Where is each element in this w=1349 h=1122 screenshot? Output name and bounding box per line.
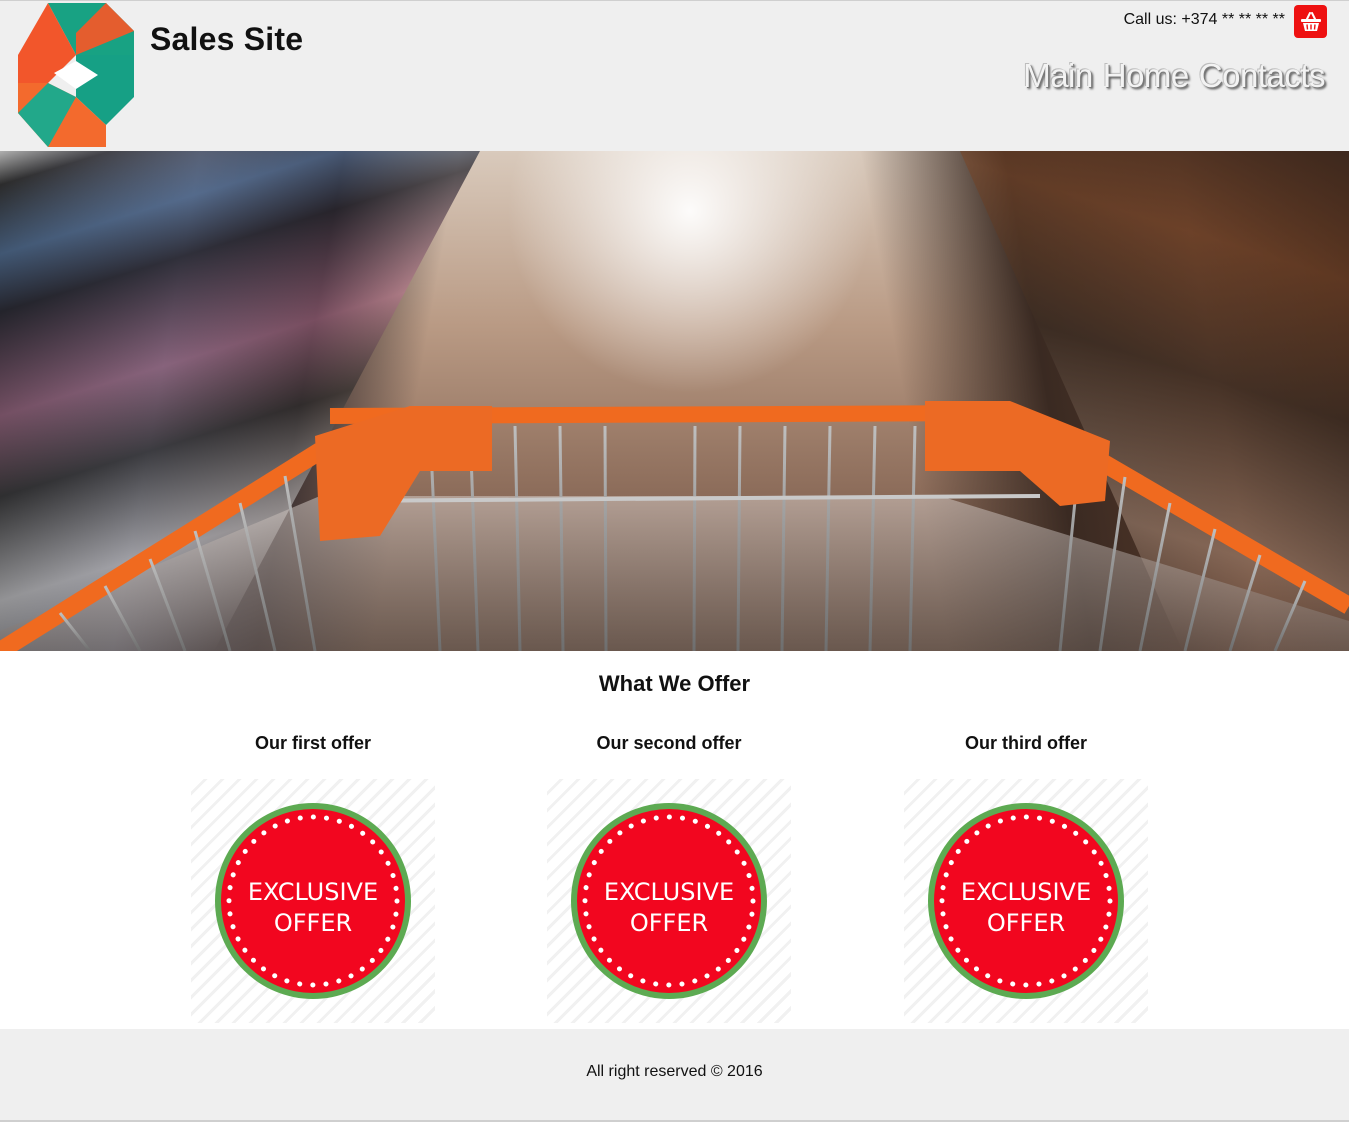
phone-number: Call us: +374 ** ** ** **	[1123, 11, 1285, 28]
cart-button[interactable]	[1294, 5, 1327, 38]
nav-link-contacts[interactable]: Contacts	[1199, 57, 1326, 95]
offer-title: Our second offer	[596, 733, 742, 753]
site-footer: All right reserved © 2016	[0, 1029, 1349, 1122]
exclusive-offer-badge-icon: EXCLUSIVE OFFER	[571, 803, 767, 999]
exclusive-offer-badge-icon: EXCLUSIVE OFFER	[928, 803, 1124, 999]
shopping-cart-image	[0, 401, 1349, 651]
exclusive-offer-badge[interactable]: EXCLUSIVE OFFER	[191, 779, 435, 1023]
shopping-basket-icon	[1300, 11, 1321, 31]
logo-icon	[18, 3, 134, 147]
hero-banner	[0, 151, 1349, 651]
copyright-text: All right reserved © 2016	[586, 1063, 763, 1080]
exclusive-offer-badge[interactable]: EXCLUSIVE OFFER	[904, 779, 1148, 1023]
section-title: What We Offer	[598, 671, 751, 696]
exclusive-offer-badge[interactable]: EXCLUSIVE OFFER	[547, 779, 791, 1023]
badge-line1: EXCLUSIVE	[961, 878, 1091, 906]
badge-line2: OFFER	[987, 909, 1065, 937]
offer-card: Our first offer EXCLUSIVE OFFER	[191, 733, 435, 1023]
nav-link-home[interactable]: Home	[1103, 57, 1190, 95]
badge-line1: EXCLUSIVE	[604, 878, 734, 906]
exclusive-offer-badge-icon: EXCLUSIVE OFFER	[215, 803, 411, 999]
nav-link-main[interactable]: Main	[1023, 57, 1093, 95]
badge-line2: OFFER	[630, 909, 708, 937]
offer-card: Our third offer EXCLUSIVE OFFER	[904, 733, 1148, 1023]
offer-title: Our third offer	[965, 733, 1087, 753]
badge-line2: OFFER	[274, 909, 352, 937]
main-nav: Main Home Contacts	[1023, 57, 1325, 95]
site-header: Sales Site Call us: +374 ** ** ** ** Mai…	[0, 0, 1349, 151]
offer-title: Our first offer	[254, 733, 371, 753]
site-title[interactable]: Sales Site	[150, 21, 303, 58]
badge-line1: EXCLUSIVE	[248, 878, 378, 906]
offer-card: Our second offer EXCLUSIVE OFFER	[547, 733, 791, 1023]
site-logo[interactable]	[14, 3, 138, 149]
